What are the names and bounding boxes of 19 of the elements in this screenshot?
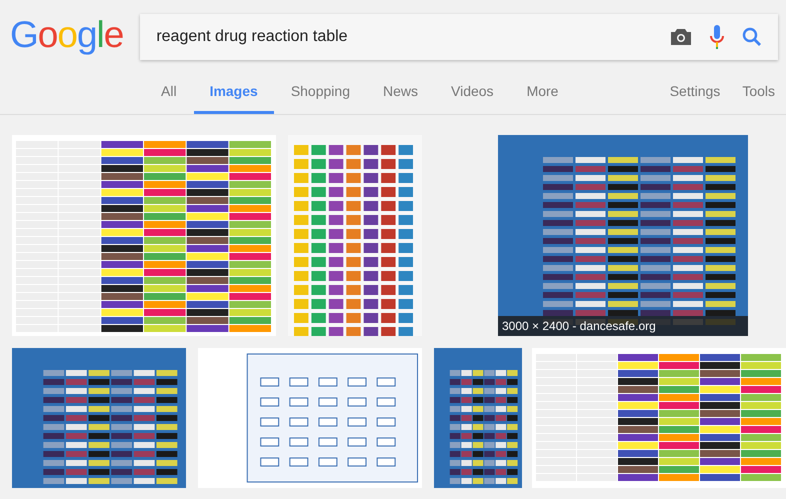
nav-tab[interactable]: More (510, 81, 574, 114)
microphone-icon[interactable] (710, 25, 724, 49)
nav-tab[interactable]: Shopping (274, 81, 366, 114)
nav-tab[interactable]: Videos (435, 81, 510, 114)
nav-link[interactable]: Settings (658, 81, 732, 114)
search-field[interactable]: reagent drug reaction table (140, 14, 778, 60)
search-icon[interactable] (742, 27, 762, 47)
nav-tab[interactable]: Images (194, 81, 274, 114)
image-thumbnail[interactable] (12, 348, 186, 488)
image-thumbnail[interactable] (532, 348, 786, 488)
nav-tab[interactable]: All (145, 81, 193, 114)
nav-link[interactable]: Tools (731, 81, 786, 114)
image-thumbnail[interactable] (434, 348, 522, 488)
image-thumbnail[interactable] (288, 135, 422, 336)
image-thumbnail[interactable] (198, 348, 422, 488)
nav-tab[interactable]: News (366, 81, 434, 114)
google-logo[interactable]: Google (10, 12, 124, 58)
image-caption: 3000 × 2400 - dancesafe.org (498, 316, 748, 336)
image-thumbnail[interactable] (12, 135, 276, 336)
